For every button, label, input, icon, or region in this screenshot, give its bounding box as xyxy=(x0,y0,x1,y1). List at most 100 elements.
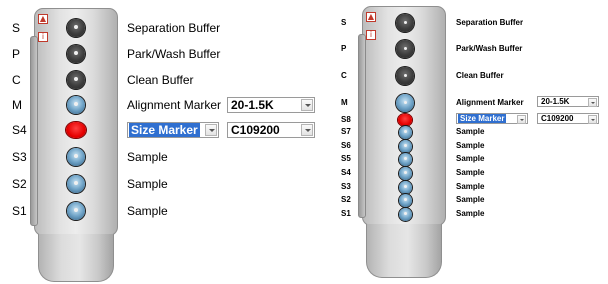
well-center-dot xyxy=(403,211,407,215)
row-label: Sample xyxy=(456,168,485,177)
well-center-dot xyxy=(74,25,78,30)
marker-icon: i xyxy=(366,30,376,40)
size-marker-lot-value: C109200 xyxy=(541,114,574,123)
size-marker-value: Size Marker xyxy=(458,114,507,123)
chevron-down-icon[interactable] xyxy=(588,98,597,107)
well-center-dot xyxy=(74,51,78,56)
cartridge-side-rail xyxy=(30,36,38,226)
size-marker-lot-value: C109200 xyxy=(231,123,280,137)
size-marker-lot-select[interactable]: C109200 xyxy=(537,113,599,124)
row-label: Alignment Marker xyxy=(127,98,222,112)
well[interactable] xyxy=(398,166,412,180)
cartridge-handle xyxy=(38,234,114,282)
well-center-dot xyxy=(74,102,78,107)
well[interactable] xyxy=(398,139,412,153)
row-letter: S3 xyxy=(341,182,351,191)
well[interactable] xyxy=(396,67,414,85)
well[interactable] xyxy=(398,152,412,166)
row-label: Alignment Marker xyxy=(456,98,524,107)
marker-icon: i xyxy=(38,32,48,42)
row-label: Sample xyxy=(127,150,168,164)
row-letter: S2 xyxy=(341,195,351,204)
well[interactable] xyxy=(67,96,85,114)
alignment-marker-select[interactable]: 20-1.5K xyxy=(227,97,315,113)
well-center-dot xyxy=(403,156,407,160)
alignment-marker-value: 20-1.5K xyxy=(231,98,274,112)
row-letter: C xyxy=(341,71,347,80)
size-marker-value: Size Marker xyxy=(129,123,200,137)
well[interactable] xyxy=(398,125,412,139)
chevron-down-icon[interactable] xyxy=(301,99,313,111)
well-center-dot xyxy=(403,170,407,174)
arrow-up-icon[interactable]: ▲ xyxy=(366,12,376,22)
row-label: Clean Buffer xyxy=(456,71,504,80)
row-label: Separation Buffer xyxy=(127,21,221,35)
row-letter: S8 xyxy=(341,115,351,124)
size-marker-lot-select[interactable]: C109200 xyxy=(227,122,315,138)
well-center-dot xyxy=(403,20,407,24)
chevron-down-icon[interactable] xyxy=(588,115,597,124)
row-letter: S2 xyxy=(12,177,27,191)
row-label: Sample xyxy=(456,141,485,150)
row-label: Sample xyxy=(456,182,485,191)
well-center-dot xyxy=(74,154,78,159)
row-letter: S xyxy=(12,21,21,35)
well-center-dot xyxy=(403,100,407,104)
cartridge-panel-8-sample: ▲ i S Separation Buffer P Park/Wash Buffer C… xyxy=(330,0,608,284)
row-label: Clean Buffer xyxy=(127,73,194,87)
row-letter: S3 xyxy=(12,150,27,164)
row-letter: S1 xyxy=(12,204,27,218)
row-label: Separation Buffer xyxy=(456,18,524,27)
well[interactable] xyxy=(398,207,412,221)
row-letter: S1 xyxy=(341,209,351,218)
well-center-dot xyxy=(403,143,407,147)
well[interactable] xyxy=(396,14,414,32)
row-letter: S4 xyxy=(12,123,27,137)
well[interactable] xyxy=(67,202,85,220)
well[interactable] xyxy=(67,148,85,166)
well[interactable] xyxy=(67,71,85,89)
well-center-dot xyxy=(74,208,78,213)
row-letter: M xyxy=(341,98,348,107)
row-letter: P xyxy=(12,47,21,61)
row-label: Park/Wash Buffer xyxy=(127,47,221,61)
chevron-down-icon[interactable] xyxy=(205,124,217,136)
row-label: Sample xyxy=(456,209,485,218)
arrow-up-icon[interactable]: ▲ xyxy=(38,14,48,24)
well-center-dot xyxy=(403,73,407,77)
well[interactable] xyxy=(67,19,85,37)
well[interactable] xyxy=(67,175,85,193)
well-center-dot xyxy=(403,197,407,201)
selected-well[interactable] xyxy=(66,121,86,139)
size-marker-select[interactable]: Size Marker xyxy=(127,122,219,138)
row-label: Park/Wash Buffer xyxy=(456,44,523,53)
alignment-marker-value: 20-1.5K xyxy=(541,97,570,106)
cartridge-side-rail xyxy=(358,34,366,218)
well[interactable] xyxy=(396,94,414,112)
well-center-dot xyxy=(403,184,407,188)
row-letter: S4 xyxy=(341,168,351,177)
row-letter: S6 xyxy=(341,141,351,150)
selected-well[interactable] xyxy=(398,114,412,126)
row-label: Sample xyxy=(127,204,168,218)
well[interactable] xyxy=(396,40,414,58)
chevron-down-icon[interactable] xyxy=(517,115,526,124)
row-label: Sample xyxy=(456,154,485,163)
well[interactable] xyxy=(398,193,412,207)
row-letter: S5 xyxy=(341,154,351,163)
row-letter: M xyxy=(12,98,22,112)
well-center-dot xyxy=(403,46,407,50)
well[interactable] xyxy=(398,180,412,194)
cartridge-handle xyxy=(366,224,442,278)
row-letter: P xyxy=(341,44,347,53)
cartridge-panel-4-sample: ▲ i S Separation Buffer P Park/Wash Buffer C… xyxy=(0,0,315,284)
row-letter: S7 xyxy=(341,127,351,136)
well-center-dot xyxy=(74,181,78,186)
chevron-down-icon[interactable] xyxy=(301,124,313,136)
alignment-marker-select[interactable]: 20-1.5K xyxy=(537,96,599,107)
well-center-dot xyxy=(403,129,407,133)
row-label: Sample xyxy=(456,195,485,204)
size-marker-select[interactable]: Size Marker xyxy=(456,113,528,124)
well[interactable] xyxy=(67,45,85,63)
row-letter: S xyxy=(341,18,347,27)
